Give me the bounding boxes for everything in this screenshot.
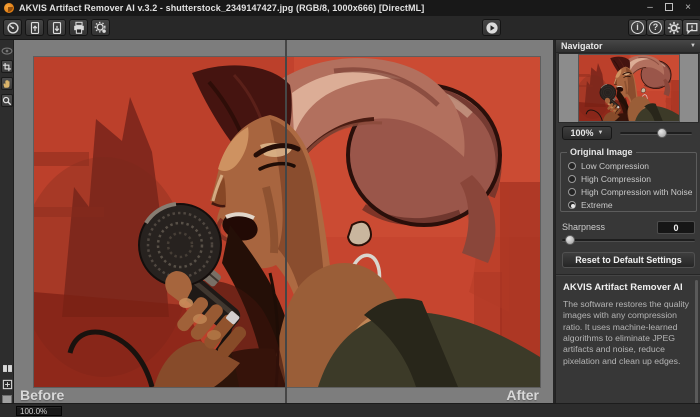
navigator-header[interactable]: Navigator ▼: [556, 40, 700, 53]
open-file-icon: [28, 21, 42, 35]
about-description: The software restores the quality images…: [563, 299, 691, 367]
main-toolbar: i ?: [0, 16, 700, 40]
gears-icon: [94, 21, 108, 35]
gear-icon: [667, 21, 681, 35]
hand-icon: [2, 79, 12, 89]
panel-divider: [556, 274, 700, 276]
sharpness-value-field[interactable]: 0: [657, 221, 695, 234]
preferences-button[interactable]: [664, 19, 683, 36]
hand-tool-button[interactable]: [1, 77, 13, 90]
radio-high-compression[interactable]: High Compression: [568, 173, 693, 184]
speedometer-icon: [6, 21, 20, 35]
info-icon: i: [631, 21, 644, 34]
crop-tool-button[interactable]: [1, 60, 13, 73]
hints-scrollbar[interactable]: [695, 280, 698, 405]
app-window: AKVIS Artifact Remover AI v.3.2 - shutte…: [0, 0, 700, 417]
save-image-button[interactable]: [47, 19, 66, 36]
magnifier-icon: [2, 96, 12, 106]
original-image-group: Original Image Low Compression High Comp…: [560, 152, 697, 212]
speech-bubble-icon: [685, 21, 699, 35]
preview-toggle-button[interactable]: [1, 44, 13, 57]
radio-icon: [568, 162, 576, 170]
about-program-button[interactable]: i: [628, 19, 647, 36]
maximize-button[interactable]: [665, 3, 673, 11]
radio-low-compression[interactable]: Low Compression: [568, 160, 693, 171]
dropdown-arrow-icon: ▼: [598, 130, 604, 136]
after-label: After: [506, 387, 539, 403]
zoom-slider[interactable]: [620, 132, 692, 135]
radio-high-compression-noise[interactable]: High Compression with Noise: [568, 186, 693, 197]
about-title: AKVIS Artifact Remover AI: [563, 282, 691, 293]
fit-window-icon: [2, 379, 13, 390]
radio-extreme[interactable]: Extreme: [568, 199, 693, 210]
zoom-level-value: 100%: [571, 128, 594, 138]
printer-icon: [72, 21, 86, 35]
image-canvas[interactable]: Before After: [14, 40, 553, 403]
navigator-title: Navigator: [561, 41, 603, 51]
minimize-button[interactable]: –: [645, 3, 655, 13]
window-title: AKVIS Artifact Remover AI v.3.2 - shutte…: [19, 3, 424, 13]
navigator-thumbnail: [579, 55, 679, 121]
open-image-button[interactable]: [25, 19, 44, 36]
before-after-divider[interactable]: [285, 40, 287, 403]
feedback-button[interactable]: [682, 19, 700, 36]
compare-label-bar: Before After: [14, 387, 553, 403]
run-processing-button[interactable]: [482, 19, 501, 36]
collapse-arrow-icon[interactable]: ▼: [690, 43, 696, 49]
close-button[interactable]: ×: [683, 3, 693, 13]
sharpness-slider[interactable]: [562, 239, 695, 242]
radio-icon: [568, 175, 576, 183]
reset-defaults-button[interactable]: Reset to Default Settings: [562, 252, 695, 268]
open-book-icon: [2, 363, 13, 374]
edited-photo[interactable]: [34, 57, 540, 387]
zoom-tool-button[interactable]: [1, 94, 13, 107]
status-zoom-value: 100.0%: [16, 406, 62, 416]
before-label: Before: [20, 387, 64, 403]
crop-icon: [2, 62, 12, 72]
status-bar: 100.0%: [0, 403, 700, 417]
help-button[interactable]: ?: [646, 19, 665, 36]
group-title: Original Image: [567, 147, 636, 157]
akvis-logo-icon: [4, 3, 14, 13]
radio-icon: [568, 201, 576, 209]
title-bar: AKVIS Artifact Remover AI v.3.2 - shutte…: [0, 0, 700, 16]
fit-to-window-button[interactable]: [1, 378, 13, 391]
tool-sidebar: [0, 40, 14, 403]
settings-panel: Navigator ▼ 100% ▼ Original Image Low Co…: [555, 40, 700, 403]
batch-processing-button[interactable]: [91, 19, 110, 36]
eye-icon: [1, 45, 13, 57]
play-icon: [485, 21, 499, 35]
zoom-level-dropdown[interactable]: 100% ▼: [562, 126, 612, 140]
hints-panel: AKVIS Artifact Remover AI The software r…: [563, 282, 691, 367]
sharpness-label: Sharpness: [562, 222, 605, 232]
print-button[interactable]: [69, 19, 88, 36]
navigator-preview[interactable]: [558, 53, 699, 123]
save-file-icon: [50, 21, 64, 35]
compare-view-button[interactable]: [1, 362, 13, 375]
workspace-button[interactable]: [3, 19, 22, 36]
zoom-slider-handle[interactable]: [657, 128, 667, 138]
radio-icon: [568, 188, 576, 196]
sharpness-slider-handle[interactable]: [565, 235, 575, 245]
help-icon: ?: [649, 21, 662, 34]
